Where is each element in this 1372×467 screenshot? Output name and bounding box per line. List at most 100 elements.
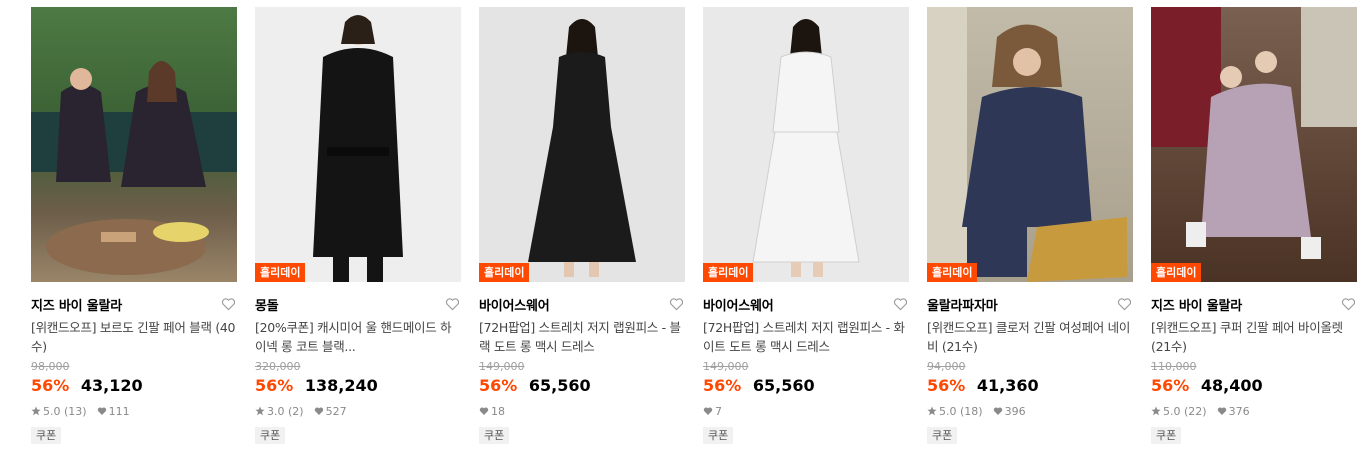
price-row: 56% 138,240 <box>255 375 461 397</box>
discount-rate: 56% <box>479 376 518 395</box>
product-title[interactable]: [20%쿠폰] 캐시미어 울 핸드메이드 하이넥 롱 코트 블랙... <box>255 318 461 356</box>
product-photo <box>528 19 636 277</box>
heart-filled-icon <box>479 407 489 415</box>
product-stats: 18 <box>479 403 685 419</box>
brand-name[interactable]: 울랄라파자마 <box>927 295 998 314</box>
original-price: 98,000 <box>31 360 70 373</box>
like-button[interactable] <box>891 295 909 313</box>
price-row: 56% 65,560 <box>703 375 909 397</box>
review-count: (18) <box>960 404 983 418</box>
heart-filled-icon <box>703 407 713 415</box>
product-stats: 5.0 (22) 376 <box>1151 403 1357 419</box>
product-card[interactable]: 홀리데이 몽돌 [20%쿠폰] 캐시미어 울 핸드메이드 하이넥 롱 코트 블랙… <box>255 7 461 444</box>
product-title[interactable]: [위캔드오프] 보르도 긴팔 페어 블랙 (40수) <box>31 318 237 356</box>
coupon-tag: 쿠폰 <box>31 427 62 444</box>
sale-price: 43,120 <box>80 376 143 395</box>
product-card[interactable]: 홀리데이 바이어스웨어 [72H팝업] 스트레치 저지 랩원피스 - 화이트 도… <box>703 7 909 444</box>
like-button[interactable] <box>1339 295 1357 313</box>
like-count: 396 <box>993 405 1026 418</box>
heart-outline-icon <box>669 298 683 311</box>
star-icon <box>1151 406 1161 416</box>
like-count: 376 <box>1217 405 1250 418</box>
like-count: 111 <box>97 405 130 418</box>
like-count: 527 <box>314 405 347 418</box>
product-stats: 7 <box>703 403 909 419</box>
original-price: 149,000 <box>703 360 749 373</box>
star-icon <box>255 406 265 416</box>
sale-price: 41,360 <box>976 376 1039 395</box>
star-icon <box>927 406 937 416</box>
product-title[interactable]: [72H팝업] 스트레치 저지 랩원피스 - 화이트 도트 롱 맥시 드레스 <box>703 318 909 356</box>
sale-price: 48,400 <box>1200 376 1263 395</box>
brand-name[interactable]: 지즈 바이 울랄라 <box>31 295 122 314</box>
sale-price: 138,240 <box>304 376 378 395</box>
product-image[interactable]: 홀리데이 <box>479 7 685 282</box>
price-row: 56% 48,400 <box>1151 375 1357 397</box>
rating: 5.0 (18) <box>927 405 983 418</box>
product-title[interactable]: [위캔드오프] 클로저 긴팔 여성페어 네이비 (21수) <box>927 318 1133 356</box>
product-title[interactable]: [위캔드오프] 쿠퍼 긴팔 페어 바이올렛 (21수) <box>1151 318 1357 356</box>
price-row: 56% 65,560 <box>479 375 685 397</box>
review-count: (13) <box>64 404 87 418</box>
like-button[interactable] <box>1115 295 1133 313</box>
brand-name[interactable]: 바이어스웨어 <box>703 295 774 314</box>
product-card[interactable]: 홀리데이 울랄라파자마 [위캔드오프] 클로저 긴팔 여성페어 네이비 (21수… <box>927 7 1133 444</box>
product-card[interactable]: 홀리데이 바이어스웨어 [72H팝업] 스트레치 저지 랩원피스 - 블랙 도트… <box>479 7 685 444</box>
discount-rate: 56% <box>255 376 294 395</box>
heart-outline-icon <box>221 298 235 311</box>
product-image[interactable] <box>31 7 237 282</box>
product-grid: 지즈 바이 울랄라 [위캔드오프] 보르도 긴팔 페어 블랙 (40수) 98,… <box>0 0 1372 467</box>
product-title[interactable]: [72H팝업] 스트레치 저지 랩원피스 - 블랙 도트 롱 맥시 드레스 <box>479 318 685 356</box>
heart-outline-icon <box>893 298 907 311</box>
likes-value: 7 <box>715 404 722 418</box>
product-image[interactable]: 홀리데이 <box>927 7 1133 282</box>
brand-name[interactable]: 몽돌 <box>255 295 279 314</box>
coupon-tag: 쿠폰 <box>479 427 510 444</box>
heart-filled-icon <box>1217 407 1226 415</box>
heart-outline-icon <box>1117 298 1131 311</box>
original-price: 94,000 <box>927 360 966 373</box>
holiday-badge: 홀리데이 <box>1151 263 1202 282</box>
original-price: 149,000 <box>479 360 525 373</box>
rating: 5.0 (13) <box>31 405 87 418</box>
coupon-tag: 쿠폰 <box>255 427 286 444</box>
heart-filled-icon <box>314 407 323 415</box>
discount-rate: 56% <box>1151 376 1190 395</box>
likes-value: 18 <box>491 404 505 418</box>
brand-name[interactable]: 바이어스웨어 <box>479 295 550 314</box>
likes-value: 527 <box>325 404 347 418</box>
holiday-badge: 홀리데이 <box>703 263 754 282</box>
product-photo <box>752 19 860 277</box>
likes-value: 111 <box>108 404 130 418</box>
like-button[interactable] <box>443 295 461 313</box>
product-card[interactable]: 홀리데이 지즈 바이 울랄라 [위캔드오프] 쿠퍼 긴팔 페어 바이올렛 (21… <box>1151 7 1357 444</box>
star-icon <box>31 406 41 416</box>
review-count: (22) <box>1184 404 1207 418</box>
product-image[interactable]: 홀리데이 <box>255 7 461 282</box>
like-button[interactable] <box>667 295 685 313</box>
heart-outline-icon <box>1341 298 1355 311</box>
product-card[interactable]: 지즈 바이 울랄라 [위캔드오프] 보르도 긴팔 페어 블랙 (40수) 98,… <box>31 7 237 444</box>
like-button[interactable] <box>219 295 237 313</box>
original-price: 110,000 <box>1151 360 1197 373</box>
product-photo <box>927 7 1127 282</box>
product-stats: 5.0 (18) 396 <box>927 403 1133 419</box>
rating: 5.0 (22) <box>1151 405 1207 418</box>
product-photo <box>1151 7 1357 259</box>
product-image[interactable]: 홀리데이 <box>1151 7 1357 282</box>
brand-name[interactable]: 지즈 바이 울랄라 <box>1151 295 1242 314</box>
heart-outline-icon <box>445 298 459 311</box>
rating-score: 5.0 <box>43 404 61 418</box>
sale-price: 65,560 <box>528 376 591 395</box>
product-photo <box>313 15 403 282</box>
product-photo <box>31 61 237 275</box>
like-count: 7 <box>703 405 722 418</box>
product-image[interactable]: 홀리데이 <box>703 7 909 282</box>
product-stats: 5.0 (13) 111 <box>31 403 237 419</box>
like-count: 18 <box>479 405 505 418</box>
price-row: 56% 41,360 <box>927 375 1133 397</box>
rating-score: 3.0 <box>267 404 285 418</box>
review-count: (2) <box>288 404 304 418</box>
price-row: 56% 43,120 <box>31 375 237 397</box>
discount-rate: 56% <box>927 376 966 395</box>
